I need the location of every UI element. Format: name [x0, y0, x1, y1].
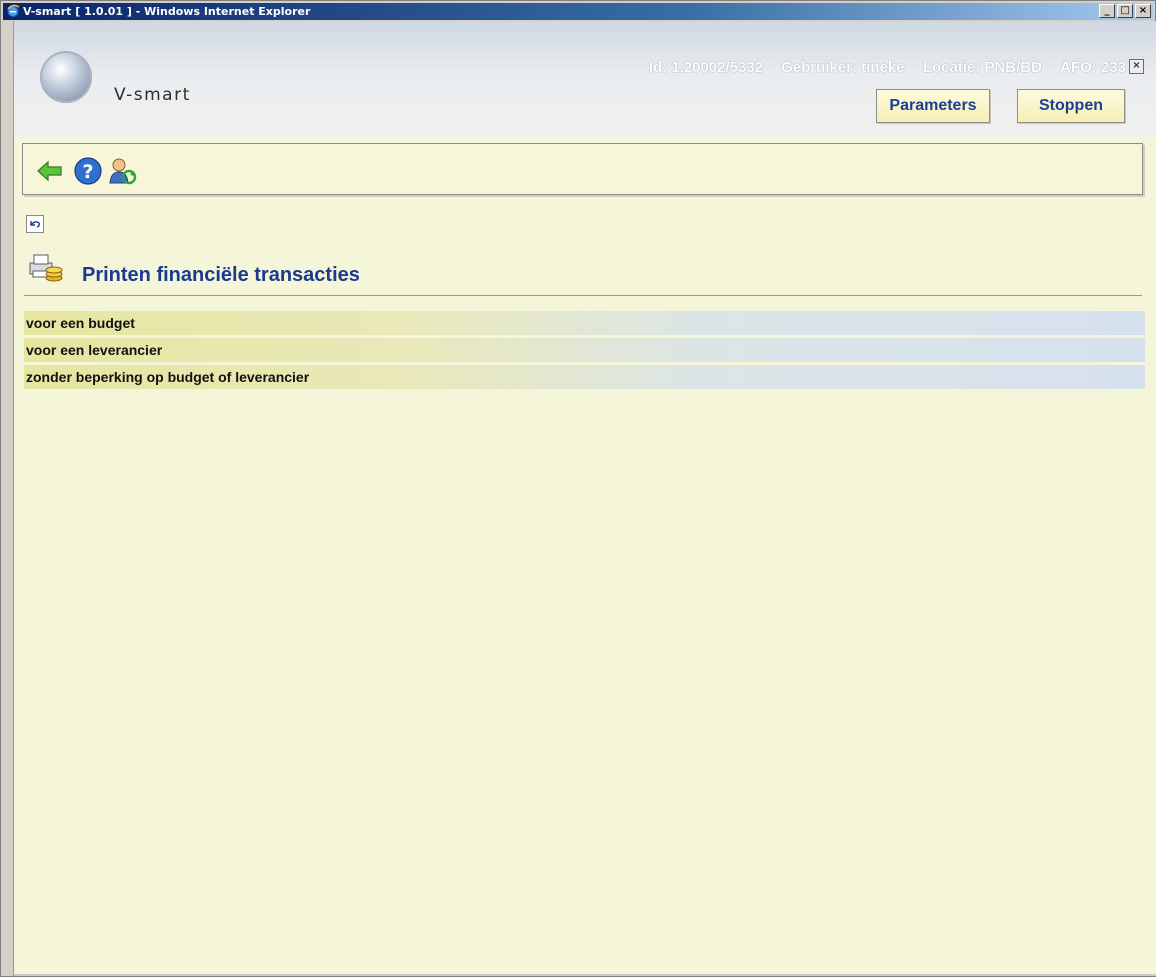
- stop-button[interactable]: Stoppen: [1017, 89, 1125, 123]
- menu-item-unrestricted[interactable]: zonder beperking op budget of leverancie…: [24, 365, 1145, 389]
- close-app-icon[interactable]: ×: [1129, 59, 1144, 74]
- app-content: V-smart Id: 1.20002/5332 Gebruiker: tine…: [13, 21, 1156, 976]
- location-label: Locatie: PNB/BD: [922, 59, 1042, 76]
- app-header: V-smart Id: 1.20002/5332 Gebruiker: tine…: [14, 21, 1156, 137]
- minimize-button[interactable]: _: [1099, 4, 1115, 18]
- session-info: Id: 1.20002/5332 Gebruiker: tineke Locat…: [635, 59, 1126, 76]
- menu-item-supplier[interactable]: voor een leverancier: [24, 338, 1145, 362]
- toolbar: ?: [22, 143, 1143, 195]
- maximize-button[interactable]: □: [1117, 4, 1133, 18]
- user-refresh-icon[interactable]: [107, 156, 137, 186]
- ie-icon: [7, 4, 20, 17]
- options-menu: voor een budget voor een leverancier zon…: [24, 311, 1145, 392]
- title-divider: [24, 295, 1142, 296]
- user-label: Gebruiker: tineke: [781, 59, 905, 76]
- window-title: V-smart [ 1.0.01 ] - Windows Internet Ex…: [23, 5, 311, 18]
- svg-text:?: ?: [82, 161, 93, 183]
- printer-coins-icon: [29, 254, 63, 282]
- logo-text: V-smart: [114, 85, 191, 105]
- help-icon[interactable]: ?: [73, 156, 103, 186]
- title-bar: V-smart [ 1.0.01 ] - Windows Internet Ex…: [3, 3, 1153, 20]
- vsmart-logo-icon: [40, 51, 92, 103]
- close-window-button[interactable]: ×: [1135, 4, 1151, 18]
- window-controls: _ □ ×: [1097, 4, 1151, 18]
- parameters-button[interactable]: Parameters: [876, 89, 990, 123]
- afo-label: AFO: 233: [1060, 59, 1126, 76]
- browser-window: V-smart [ 1.0.01 ] - Windows Internet Ex…: [0, 0, 1156, 977]
- menu-item-budget[interactable]: voor een budget: [24, 311, 1145, 335]
- bottom-border: [14, 974, 1156, 976]
- undo-icon[interactable]: [26, 215, 44, 233]
- back-arrow-icon[interactable]: [35, 156, 65, 186]
- page-title: Printen financiële transacties: [82, 264, 360, 286]
- undo-arrow-icon: [30, 221, 40, 228]
- id-label: Id: 1.20002/5332: [648, 59, 764, 76]
